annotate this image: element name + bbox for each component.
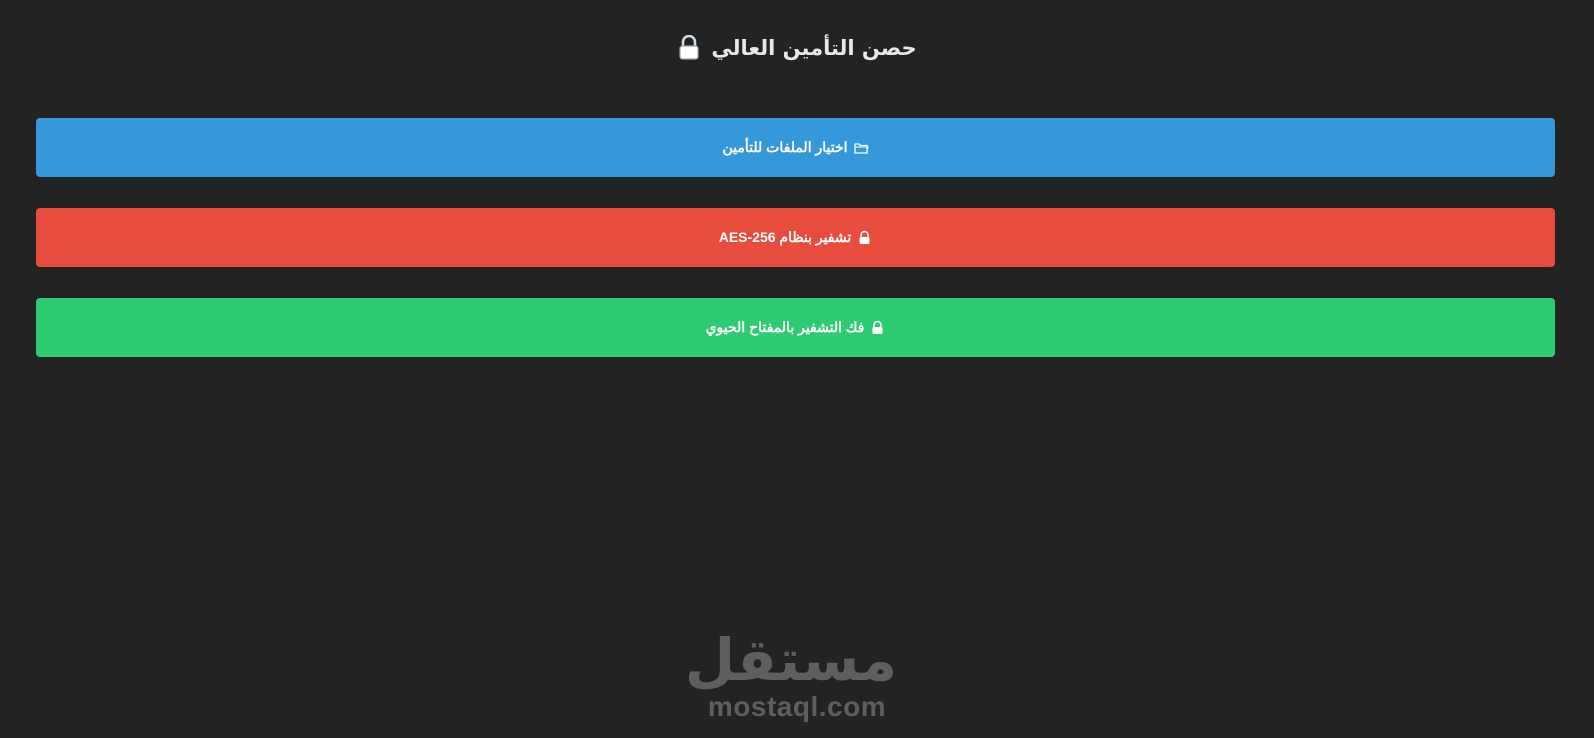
watermark-latin: mostaql.com	[707, 691, 887, 722]
watermark-arabic: مستقل	[684, 626, 897, 694]
folder-icon	[853, 140, 869, 155]
lock-icon	[857, 230, 872, 245]
lock-icon	[677, 34, 701, 61]
app-window: حصن التأمين العالي اختيار الملفات للتأمي…	[0, 0, 1594, 738]
encrypt-button[interactable]: تشفير بنظام AES-256	[36, 208, 1555, 267]
decrypt-button[interactable]: فك التشفير بالمفتاح الحيوي	[36, 298, 1555, 357]
header: حصن التأمين العالي	[0, 30, 1594, 66]
select-files-button[interactable]: اختيار الملفات للتأمين	[36, 118, 1555, 177]
page-title: حصن التأمين العالي	[711, 36, 917, 60]
unlock-icon	[870, 320, 885, 335]
decrypt-label: فك التشفير بالمفتاح الحيوي	[705, 319, 865, 335]
encrypt-label: تشفير بنظام AES-256	[718, 229, 852, 245]
select-files-label: اختيار الملفات للتأمين	[722, 139, 848, 155]
watermark-logo: مستقل mostaql.com	[684, 626, 897, 723]
